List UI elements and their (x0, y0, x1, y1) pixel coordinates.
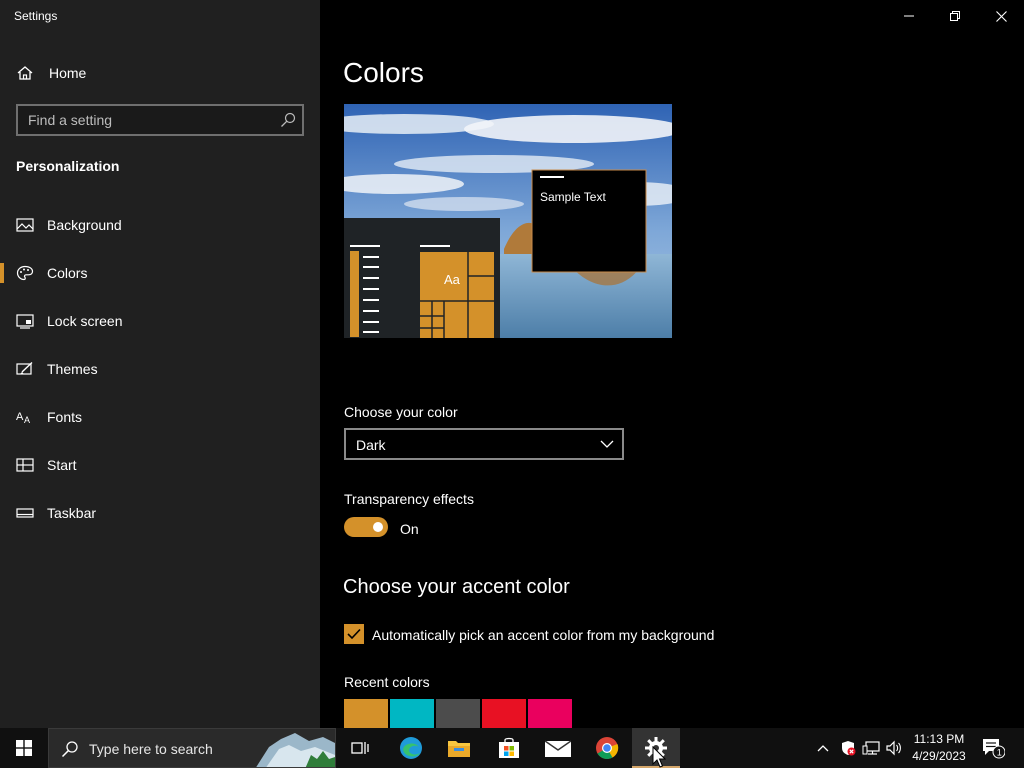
network-tray-button[interactable] (860, 728, 882, 768)
svg-text:A: A (16, 411, 24, 423)
choose-color-dropdown[interactable]: Dark (344, 428, 624, 460)
mail-icon (545, 740, 571, 757)
search-highlight-illustration (256, 733, 335, 767)
task-view-icon (351, 742, 369, 754)
toggle-knob (373, 522, 383, 532)
edge-icon (400, 737, 422, 759)
home-icon (17, 66, 33, 80)
store-button[interactable] (488, 728, 530, 768)
sidebar-item-label: Start (47, 457, 77, 473)
task-view-button[interactable] (340, 728, 380, 768)
close-button[interactable] (978, 0, 1024, 32)
windows-logo-icon (16, 740, 32, 756)
svg-text:A: A (24, 415, 30, 425)
find-setting-search[interactable] (16, 104, 304, 136)
brush-icon (16, 361, 33, 375)
search-icon[interactable] (280, 112, 296, 128)
chevron-up-icon (817, 745, 829, 752)
sidebar-item-lock-screen[interactable]: Lock screen (0, 301, 320, 341)
transparency-toggle[interactable] (344, 517, 388, 537)
minimize-button[interactable] (886, 0, 932, 32)
store-icon (499, 737, 519, 758)
sidebar-item-label: Background (47, 217, 122, 233)
restore-button[interactable] (932, 0, 978, 32)
checkmark-icon (347, 628, 361, 640)
taskbar-search-box[interactable]: Type here to search (48, 728, 336, 768)
recent-color-swatch-3[interactable] (436, 699, 480, 728)
show-hidden-icons-button[interactable] (812, 728, 834, 768)
chevron-down-icon (600, 440, 614, 448)
font-icon: AA (16, 411, 30, 425)
recent-colors-label: Recent colors (344, 674, 430, 690)
sidebar: Home Personalization Background Colors L… (0, 0, 320, 728)
transparency-label: Transparency effects (344, 491, 474, 507)
file-explorer-button[interactable] (438, 728, 480, 768)
page-title: Colors (343, 57, 424, 88)
recent-color-swatch-2[interactable] (390, 699, 434, 728)
sidebar-item-label: Lock screen (47, 313, 123, 329)
action-center-button[interactable]: 1 (978, 728, 1008, 768)
sidebar-item-themes[interactable]: Themes (0, 349, 320, 389)
sidebar-item-label: Colors (47, 265, 88, 281)
notification-count: 1 (997, 748, 1002, 758)
choose-color-value: Dark (356, 437, 386, 453)
sidebar-item-taskbar[interactable]: Taskbar (0, 493, 320, 533)
search-icon (61, 741, 78, 758)
palette-icon (16, 265, 34, 281)
start-button[interactable] (0, 728, 48, 768)
tile-text: Aa (444, 272, 461, 287)
shield-warning-icon (842, 741, 856, 756)
taskbar: Type here to search 11:13 PM 4/29/2023 1 (0, 728, 1024, 768)
settings-window: Home Personalization Background Colors L… (0, 0, 1024, 728)
recent-color-swatch-1[interactable] (344, 699, 388, 728)
start-layout-icon (16, 458, 34, 472)
theme-preview-image: Aa Sample Text (344, 104, 672, 338)
picture-icon (16, 218, 34, 232)
recent-color-swatch-5[interactable] (528, 699, 572, 728)
taskbar-search-placeholder: Type here to search (89, 741, 213, 757)
volume-icon (886, 740, 901, 756)
security-tray-button[interactable] (838, 728, 858, 768)
minimize-icon (904, 15, 914, 17)
auto-accent-label[interactable]: Automatically pick an accent color from … (372, 627, 714, 643)
notification-icon: 1 (983, 739, 1005, 759)
section-title-personalization: Personalization (16, 158, 120, 174)
file-explorer-icon (448, 741, 470, 757)
chrome-icon (596, 737, 619, 759)
taskbar-icon (16, 508, 34, 518)
home-label: Home (49, 65, 87, 81)
sidebar-item-label: Taskbar (47, 505, 97, 521)
chrome-button[interactable] (586, 728, 628, 768)
transparency-state: On (400, 521, 419, 537)
sidebar-item-start[interactable]: Start (0, 445, 320, 485)
mouse-cursor-icon (652, 746, 666, 768)
sidebar-item-label: Fonts (47, 409, 83, 425)
sidebar-item-fonts[interactable]: AA Fonts (0, 397, 320, 437)
window-title: Settings (14, 9, 58, 23)
mail-button[interactable] (536, 728, 580, 768)
clock-date: 4/29/2023 (912, 749, 966, 763)
sidebar-item-colors[interactable]: Colors (0, 253, 320, 293)
volume-tray-button[interactable] (884, 728, 904, 768)
clock-time: 11:13 PM (913, 732, 965, 746)
home-nav-item[interactable]: Home (16, 60, 306, 86)
auto-accent-checkbox[interactable] (344, 624, 364, 644)
selected-indicator (0, 263, 4, 283)
sidebar-item-background[interactable]: Background (0, 205, 320, 245)
taskbar-clock[interactable]: 11:13 PM 4/29/2023 (904, 731, 974, 765)
restore-icon (950, 11, 960, 21)
lock-screen-icon (16, 314, 34, 329)
accent-color-heading: Choose your accent color (343, 576, 570, 598)
find-setting-input[interactable] (18, 106, 268, 134)
sidebar-item-label: Themes (47, 361, 98, 377)
network-icon (862, 741, 880, 755)
sample-text: Sample Text (540, 190, 606, 204)
title-bar: Settings (0, 0, 1024, 32)
choose-color-label: Choose your color (344, 404, 458, 420)
recent-color-swatch-4[interactable] (482, 699, 526, 728)
edge-taskbar-button[interactable] (390, 728, 432, 768)
close-icon (995, 10, 1007, 22)
